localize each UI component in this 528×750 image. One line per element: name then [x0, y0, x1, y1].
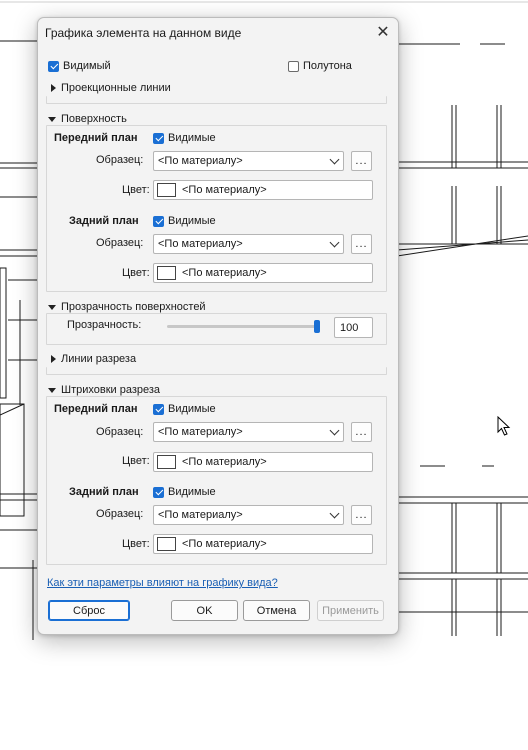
transparency-label: Прозрачность:: [67, 319, 142, 331]
cut-foreground-visible-label: Видимые: [168, 403, 216, 415]
surface-background-visible-row[interactable]: Видимые: [153, 215, 216, 227]
visible-checkbox[interactable]: [48, 60, 59, 72]
transparency-slider[interactable]: [167, 325, 320, 328]
cut-background-pattern-select[interactable]: <По материалу>: [153, 505, 344, 525]
cut-foreground-color-field[interactable]: <По материалу>: [153, 452, 373, 472]
surfaces-expander[interactable]: Поверхность: [48, 113, 130, 125]
color-swatch: [157, 537, 176, 551]
collapse-down-icon: [48, 116, 56, 122]
expand-right-icon: [51, 84, 56, 92]
cut-background-visible-checkbox[interactable]: [153, 486, 164, 498]
transparency-expander[interactable]: Прозрачность поверхностей: [48, 301, 209, 313]
cut-patterns-expander[interactable]: Штриховки разреза: [48, 384, 164, 396]
chevron-down-icon: [329, 237, 340, 248]
cut-background-pattern-browse-button[interactable]: ...: [351, 505, 372, 525]
cut-foreground-pattern-select[interactable]: <По материалу>: [153, 422, 344, 442]
cut-foreground-pattern-value: <По материалу>: [158, 426, 243, 438]
surface-foreground-pattern-label: Образец:: [96, 154, 144, 166]
cut-background-title: Задний план: [69, 486, 139, 498]
surface-foreground-color-field[interactable]: <По материалу>: [153, 180, 373, 200]
cut-lines-expander[interactable]: Линии разреза: [51, 353, 136, 365]
surface-foreground-visible-label: Видимые: [168, 132, 216, 144]
ok-button[interactable]: OK: [171, 600, 238, 621]
projection-lines-label: Проекционные линии: [61, 82, 171, 94]
cut-patterns-header: Штриховки разреза: [61, 384, 161, 396]
cut-background-color-value: <По материалу>: [182, 538, 267, 550]
projection-lines-expander[interactable]: Проекционные линии: [51, 82, 171, 94]
surface-foreground-pattern-browse-button[interactable]: ...: [351, 151, 372, 171]
chevron-down-icon: [329, 425, 340, 436]
surface-foreground-visible-checkbox[interactable]: [153, 132, 164, 144]
surface-foreground-color-value: <По материалу>: [182, 184, 267, 196]
help-link[interactable]: Как эти параметры влияют на графику вида…: [47, 577, 278, 589]
surface-background-color-label: Цвет:: [122, 267, 150, 279]
visible-label: Видимый: [63, 60, 111, 72]
projection-lines-group: [46, 96, 387, 104]
surface-background-pattern-value: <По материалу>: [158, 238, 243, 250]
surface-foreground-color-label: Цвет:: [122, 184, 150, 196]
cut-foreground-visible-checkbox[interactable]: [153, 403, 164, 415]
visible-checkbox-row[interactable]: Видимый: [48, 60, 111, 72]
halftone-label: Полутона: [303, 60, 352, 72]
cut-background-pattern-label: Образец:: [96, 508, 144, 520]
surface-background-pattern-select[interactable]: <По материалу>: [153, 234, 344, 254]
color-swatch: [157, 183, 176, 197]
apply-button[interactable]: Применить: [317, 600, 384, 621]
mouse-pointer-icon: [497, 416, 511, 436]
cut-background-color-label: Цвет:: [122, 538, 150, 550]
transparency-slider-thumb[interactable]: [314, 320, 320, 333]
surface-foreground-pattern-value: <По материалу>: [158, 155, 243, 167]
halftone-checkbox-row[interactable]: Полутона: [288, 60, 352, 72]
dialog-title: Графика элемента на данном виде: [45, 26, 242, 40]
reset-button[interactable]: Сброс: [48, 600, 130, 621]
surface-background-visible-checkbox[interactable]: [153, 215, 164, 227]
cut-background-pattern-value: <По материалу>: [158, 509, 243, 521]
cut-foreground-pattern-browse-button[interactable]: ...: [351, 422, 372, 442]
color-swatch: [157, 455, 176, 469]
cut-foreground-color-label: Цвет:: [122, 455, 150, 467]
collapse-down-icon: [48, 387, 56, 393]
cut-foreground-title: Передний план: [54, 403, 138, 415]
cut-foreground-color-value: <По материалу>: [182, 456, 267, 468]
cut-foreground-visible-row[interactable]: Видимые: [153, 403, 216, 415]
surface-background-pattern-label: Образец:: [96, 237, 144, 249]
cancel-button[interactable]: Отмена: [243, 600, 310, 621]
surface-foreground-visible-row[interactable]: Видимые: [153, 132, 216, 144]
cut-background-visible-label: Видимые: [168, 486, 216, 498]
close-icon[interactable]: ✕: [371, 20, 395, 44]
color-swatch: [157, 266, 176, 280]
surface-foreground-pattern-select[interactable]: <По материалу>: [153, 151, 344, 171]
cut-lines-group: [46, 367, 387, 375]
collapse-down-icon: [48, 304, 56, 310]
surface-background-title: Задний план: [69, 215, 139, 227]
expand-right-icon: [51, 355, 56, 363]
cut-foreground-pattern-label: Образец:: [96, 426, 144, 438]
cut-background-color-field[interactable]: <По материалу>: [153, 534, 373, 554]
surface-background-pattern-browse-button[interactable]: ...: [351, 234, 372, 254]
transparency-header: Прозрачность поверхностей: [61, 301, 206, 313]
surface-background-visible-label: Видимые: [168, 215, 216, 227]
surface-background-color-value: <По материалу>: [182, 267, 267, 279]
surface-foreground-title: Передний план: [54, 132, 138, 144]
surface-background-color-field[interactable]: <По материалу>: [153, 263, 373, 283]
chevron-down-icon: [329, 154, 340, 165]
cut-background-visible-row[interactable]: Видимые: [153, 486, 216, 498]
surfaces-header: Поверхность: [61, 113, 127, 125]
chevron-down-icon: [329, 508, 340, 519]
cut-lines-label: Линии разреза: [61, 353, 137, 365]
halftone-checkbox[interactable]: [288, 60, 299, 72]
transparency-value-field[interactable]: 100: [334, 317, 373, 338]
element-graphics-dialog: Графика элемента на данном виде ✕ Видимы…: [37, 17, 399, 635]
